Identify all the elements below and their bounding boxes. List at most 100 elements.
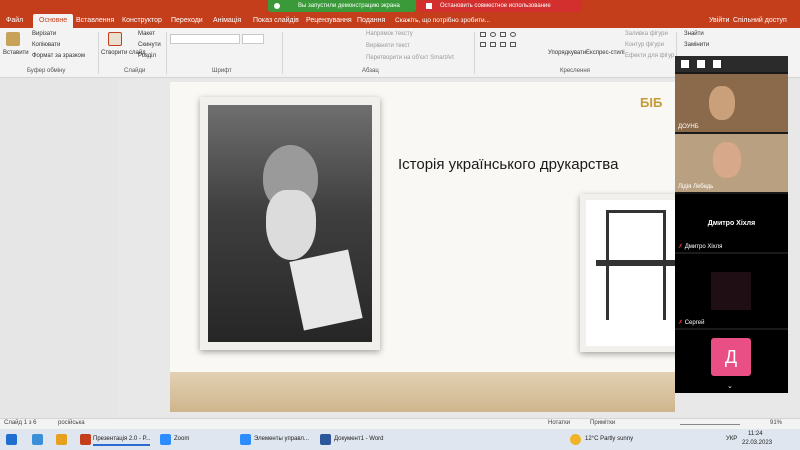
chevron-down-icon[interactable]: ⌄ bbox=[727, 382, 733, 390]
powerpoint-icon[interactable] bbox=[80, 434, 91, 445]
oval-shape-icon[interactable] bbox=[490, 32, 496, 37]
thumbnails-scrollbar[interactable] bbox=[0, 78, 118, 418]
portrait-frame[interactable] bbox=[200, 97, 380, 350]
tab-view[interactable]: Подання bbox=[357, 14, 385, 28]
tab-insert[interactable]: Вставлення bbox=[76, 14, 114, 28]
portrait-beard bbox=[266, 190, 316, 260]
clock-date[interactable]: 22.03.2023 bbox=[742, 439, 772, 447]
triangle-shape-icon[interactable] bbox=[490, 42, 496, 47]
arrow-shape-icon[interactable] bbox=[480, 42, 486, 47]
participant-name: Лідія Лебедь bbox=[678, 184, 714, 190]
tab-animations[interactable]: Анімація bbox=[213, 14, 241, 28]
participant-tile[interactable]: ✗ Сергей bbox=[675, 254, 788, 328]
brace-shape-icon[interactable] bbox=[510, 42, 516, 47]
taskbar-powerpoint[interactable]: Презентація 2.0 - Р... bbox=[93, 433, 151, 446]
input-language[interactable]: УКР bbox=[726, 433, 737, 446]
weather-label[interactable]: 12°C Partly sunny bbox=[585, 433, 633, 446]
circle-shape-icon[interactable] bbox=[510, 32, 516, 37]
share-button[interactable]: Спільний доступ bbox=[733, 14, 787, 28]
paste-icon bbox=[6, 32, 20, 46]
paragraph-group-label: Абзац bbox=[362, 68, 379, 74]
slide-title[interactable]: Історія українського друкарства bbox=[398, 156, 618, 173]
square-shape-icon[interactable] bbox=[500, 32, 506, 37]
notes-button[interactable]: Нотатки bbox=[548, 420, 570, 426]
participant-name: ✗ Дмитро Хіхля bbox=[678, 243, 722, 250]
zoom-icon[interactable] bbox=[160, 434, 171, 445]
explorer-icon[interactable] bbox=[32, 434, 43, 445]
shape-effects-button[interactable]: Ефекти для фігур bbox=[625, 53, 674, 59]
avatar: Д bbox=[711, 338, 751, 376]
controls-icon[interactable] bbox=[240, 434, 251, 445]
minimize-icon[interactable] bbox=[681, 60, 689, 68]
printing-press-image bbox=[586, 200, 675, 346]
copy-button[interactable]: Копіювати bbox=[32, 42, 60, 48]
drawing-group-label: Креслення bbox=[560, 68, 590, 74]
arrange-button[interactable]: Упорядкувати bbox=[548, 50, 586, 56]
printing-press-frame[interactable] bbox=[580, 194, 675, 352]
tab-home[interactable]: Основне bbox=[33, 14, 74, 28]
participant-name: ✗ Сергей bbox=[678, 319, 704, 326]
participant-tile[interactable]: Д ⌄ bbox=[675, 330, 788, 393]
font-size-select[interactable] bbox=[242, 34, 264, 44]
stop-sharing-label: Остановить совместное использование bbox=[440, 3, 551, 9]
press-beam bbox=[596, 260, 675, 266]
font-group-label: Шрифт bbox=[212, 68, 232, 74]
taskbar-word[interactable]: Документ1 - Word bbox=[334, 433, 384, 446]
tab-review[interactable]: Рецензування bbox=[306, 14, 352, 28]
format-painter-button[interactable]: Формат за зразком bbox=[32, 53, 85, 59]
speaker-view-icon[interactable] bbox=[713, 60, 721, 68]
find-button[interactable]: Знайти bbox=[684, 31, 704, 37]
sign-in-link[interactable]: Увійти bbox=[709, 14, 729, 28]
grid-view-icon[interactable] bbox=[697, 60, 705, 68]
portrait-image bbox=[208, 105, 372, 342]
cut-button[interactable]: Вирізати bbox=[32, 31, 56, 37]
language-indicator[interactable]: російська bbox=[58, 420, 85, 426]
zoom-slider[interactable] bbox=[680, 424, 740, 425]
text-direction-button[interactable]: Напрямок тексту bbox=[366, 31, 413, 37]
stop-icon bbox=[426, 3, 432, 9]
windows-start-icon[interactable] bbox=[6, 434, 17, 445]
word-icon[interactable] bbox=[320, 434, 331, 445]
slides-group-label: Слайди bbox=[124, 68, 146, 74]
participant-tile[interactable]: Лідія Лебедь bbox=[675, 134, 788, 192]
participant-tile[interactable]: Дмитро Хіхля ✗ Дмитро Хіхля bbox=[675, 194, 788, 252]
status-bar: Слайд 1 з 6 російська Нотатки Примітки 9… bbox=[0, 418, 800, 429]
star-shape-icon[interactable] bbox=[500, 42, 506, 47]
divider bbox=[474, 32, 475, 74]
tab-transitions[interactable]: Переходи bbox=[171, 14, 203, 28]
layout-button[interactable]: Макет bbox=[138, 31, 155, 37]
comments-button[interactable]: Примітки bbox=[590, 420, 615, 426]
paste-button[interactable]: Вставити bbox=[3, 50, 29, 56]
zoom-participants-panel: ДОУНБ Лідія Лебедь Дмитро Хіхля ✗ Дмитро… bbox=[675, 56, 788, 393]
rectangle-shape-icon[interactable] bbox=[480, 32, 486, 37]
section-button[interactable]: Розділ bbox=[138, 53, 156, 59]
windows-taskbar: Презентація 2.0 - Р... Zoom Элементы упр… bbox=[0, 429, 800, 450]
align-text-button[interactable]: Вирівняти текст bbox=[366, 43, 410, 49]
tab-design[interactable]: Конструктор bbox=[122, 14, 162, 28]
taskbar-zoom[interactable]: Zoom bbox=[174, 433, 189, 446]
zoom-panel-header[interactable] bbox=[675, 56, 788, 72]
stop-sharing-button[interactable]: Остановить совместное использование bbox=[418, 0, 582, 12]
muted-mic-icon: ✗ bbox=[678, 320, 684, 326]
tell-me-search[interactable]: Скажіть, що потрібно зробити... bbox=[395, 14, 490, 28]
folder-icon[interactable] bbox=[56, 434, 67, 445]
participant-name-text: Сергей bbox=[684, 320, 705, 326]
participant-video bbox=[713, 142, 741, 178]
clock-time[interactable]: 11:24 bbox=[748, 430, 763, 438]
shape-outline-button[interactable]: Контур фігури bbox=[625, 42, 664, 48]
participant-tile[interactable]: ДОУНБ bbox=[675, 74, 788, 132]
portrait-scroll bbox=[289, 249, 363, 331]
zoom-level[interactable]: 91% bbox=[770, 420, 782, 426]
convert-smartart-button[interactable]: Перетворити на об'єкт SmartArt bbox=[366, 55, 454, 61]
shape-fill-button[interactable]: Заливка фігури bbox=[625, 31, 668, 37]
font-family-select[interactable] bbox=[170, 34, 240, 44]
slide-canvas[interactable]: БІБ Історія українського друкарства bbox=[170, 82, 675, 412]
taskbar-controls[interactable]: Элементы управл... bbox=[254, 433, 309, 446]
reset-button[interactable]: Скинути bbox=[138, 42, 161, 48]
replace-button[interactable]: Замінити bbox=[684, 42, 709, 48]
quick-styles-button[interactable]: Експрес-стилі bbox=[586, 50, 625, 56]
tab-file[interactable]: Файл bbox=[6, 14, 23, 28]
participant-video-off bbox=[711, 272, 751, 310]
tab-slideshow[interactable]: Показ слайдів bbox=[253, 14, 299, 28]
clipboard-group-label: Буфер обміну bbox=[27, 68, 66, 74]
